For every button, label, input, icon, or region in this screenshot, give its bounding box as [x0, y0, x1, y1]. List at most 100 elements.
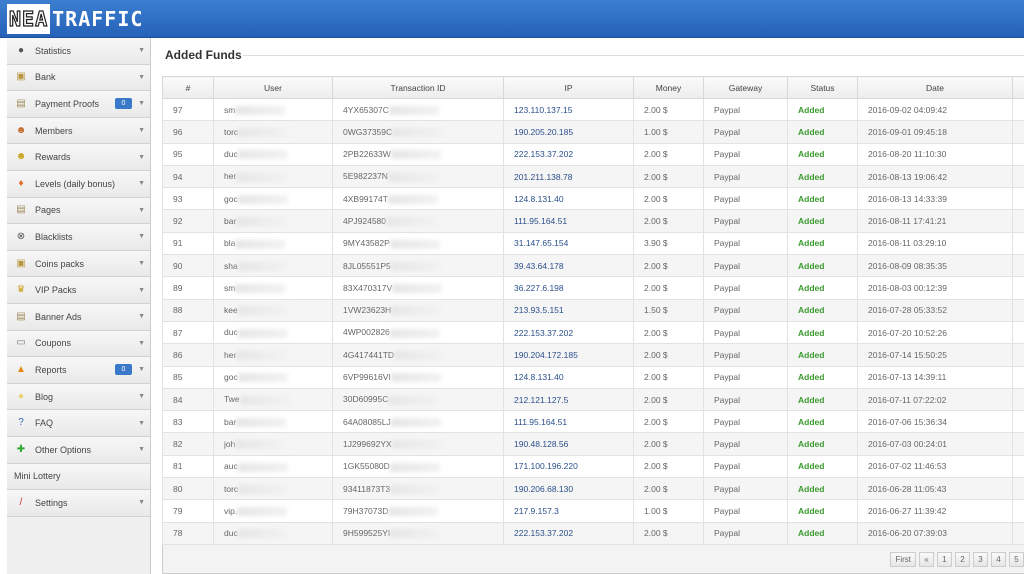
chevron-down-icon: ▼	[138, 313, 145, 321]
column-header-date[interactable]: Date	[857, 76, 1013, 99]
cell-text: 2.00 $	[644, 149, 668, 160]
cell-money: 2.00 $	[633, 164, 704, 189]
page-button-4[interactable]: 4	[991, 552, 1006, 567]
cell-text: 2016-06-28 11:05:43	[868, 483, 947, 494]
redacted-blur	[235, 105, 286, 115]
column-header-transaction-id[interactable]: Transaction ID	[332, 76, 504, 99]
sidebar-item-coins-packs[interactable]: ▣ Coins packs ▼	[7, 250, 150, 278]
cell-text: 2016-07-11 07:22:02	[868, 394, 947, 405]
column-header-ip[interactable]: IP	[503, 76, 634, 99]
sidebar-item-other-options[interactable]: ✚ Other Options ▼	[7, 436, 150, 464]
redacted-blur	[390, 373, 441, 383]
sidebar-item-mini-lottery[interactable]: Mini Lottery	[7, 463, 150, 491]
column-header-money[interactable]: Money	[633, 76, 704, 99]
cell-text: Paypal	[714, 216, 740, 227]
cell-transaction-id: 6VP99616VI	[332, 365, 504, 389]
cell-text: 2.00 $	[644, 193, 668, 204]
cell-id: 96	[162, 120, 214, 144]
redacted-blur	[390, 261, 441, 271]
redacted-blur	[387, 194, 438, 204]
cell-text: Paypal	[714, 461, 740, 472]
column-header-user[interactable]: User	[213, 76, 333, 99]
cell-text: 86	[173, 349, 183, 360]
table-row: 88 kee 1VW23623H 213.93.5.151 1.50 $ Paypal Ad…	[162, 298, 1024, 322]
sidebar-item-blog[interactable]: ● Blog ▼	[7, 383, 150, 411]
column-header-gateway[interactable]: Gateway	[703, 76, 788, 99]
redacted-blur	[239, 395, 290, 405]
sidebar-item-statistics[interactable]: ● Statistics ▼	[7, 38, 150, 65]
count-badge: 0	[115, 364, 132, 376]
cell-money: 2.00 $	[633, 187, 704, 211]
sidebar-item-bank[interactable]: ▣ Bank ▼	[7, 64, 150, 92]
cell-text: 84	[173, 394, 183, 405]
cell-extra	[1012, 231, 1024, 256]
sidebar-item-banner-ads[interactable]: ▤ Banner Ads ▼	[7, 303, 150, 331]
cell-text: Paypal	[714, 372, 740, 383]
sidebar-item-label: Blog	[35, 391, 54, 402]
page-button-2[interactable]: 2	[955, 552, 970, 567]
cell-ip: 190.48.128.56	[503, 432, 634, 456]
redacted-blur	[392, 128, 443, 138]
chevron-down-icon: ▼	[138, 47, 145, 55]
redacted-blur	[391, 440, 442, 450]
redacted-blur	[237, 529, 288, 539]
redacted-blur	[236, 172, 287, 182]
sidebar-item-blacklists[interactable]: ⊗ Blacklists ▼	[7, 224, 150, 251]
column-header-status[interactable]: Status	[787, 76, 858, 99]
table-row: 95 duc 2PB22633W 222.153.37.202 2.00 $ Paypal…	[162, 142, 1024, 166]
cell-text: 2.00 $	[644, 394, 668, 405]
cell-money: 2.00 $	[633, 254, 704, 278]
cell-extra	[1012, 521, 1024, 545]
cell-user: sm	[213, 276, 333, 300]
cell-text: 83	[173, 416, 183, 427]
page-button-first[interactable]: First	[890, 552, 916, 567]
redacted-blur	[389, 328, 440, 338]
cell-text: Paypal	[714, 483, 740, 494]
sidebar-item-label: Members	[35, 125, 73, 136]
page-button-1[interactable]: 1	[937, 552, 952, 567]
cell-text: 9H599525YI	[343, 528, 391, 539]
pages-icon: ▤	[16, 204, 26, 216]
cell-money: 1.00 $	[633, 120, 704, 144]
page-button-3[interactable]: 3	[973, 552, 988, 567]
sidebar-item-faq[interactable]: ? FAQ ▼	[7, 410, 150, 437]
sidebar: ● Statistics ▼ ▣ Bank ▼ ▤ Payment Proofs 0 ▼ ☻ Memb…	[7, 38, 151, 574]
sidebar-item-label: Mini Lottery	[14, 471, 61, 482]
chevron-down-icon: ▼	[138, 73, 145, 81]
sidebar-item-coupons[interactable]: ▭ Coupons ▼	[7, 330, 150, 358]
cell-date: 2016-08-11 17:41:21	[857, 209, 1013, 233]
cell-transaction-id: 1VW23623H	[332, 298, 504, 322]
chevron-down-icon: ▼	[138, 180, 145, 188]
sidebar-item-settings[interactable]: / Settings ▼	[7, 490, 150, 517]
sidebar-item-rewards[interactable]: ☻ Rewards ▼	[7, 144, 150, 171]
table-row: 86 her 4G417441TD 190.204.172.185 2.00 $ Payp…	[162, 343, 1024, 367]
cell-status: Added	[787, 521, 858, 545]
cell-text: 222.153.37.202	[514, 327, 574, 338]
cell-extra	[1012, 164, 1024, 189]
cell-text: 2016-06-27 11:39:42	[868, 505, 947, 516]
cell-transaction-id: 2PB22633W	[332, 142, 504, 166]
sidebar-item-members[interactable]: ☻ Members ▼	[7, 117, 150, 145]
column-header-#[interactable]: #	[162, 76, 214, 99]
cell-ip: 217.9.157.3	[503, 499, 634, 523]
sidebar-item-payment-proofs[interactable]: ▤ Payment Proofs 0 ▼	[7, 91, 150, 118]
sidebar-item-pages[interactable]: ▤ Pages ▼	[7, 197, 150, 225]
cell-gateway: Paypal	[703, 276, 788, 300]
cell-text: 0WG37359C	[343, 126, 393, 137]
sidebar-item-levels-daily-bonus[interactable]: ♦ Levels (daily bonus) ▼	[7, 170, 150, 198]
sidebar-item-reports[interactable]: ▲ Reports 0 ▼	[7, 357, 150, 384]
sidebar-item-vip-packs[interactable]: ♛ VIP Packs ▼	[7, 277, 150, 304]
cell-money: 2.00 $	[633, 142, 704, 166]
cell-gateway: Paypal	[703, 209, 788, 233]
cell-text: Paypal	[714, 394, 740, 405]
column-header-extra	[1012, 76, 1024, 99]
cell-text: 91	[173, 238, 183, 249]
logo[interactable]: NEA TRAFFIC	[7, 4, 143, 34]
table-row: 89 sm 83X470317V 36.227.6.198 2.00 $ Paypal Ad…	[162, 276, 1024, 300]
cell-ip: 222.153.37.202	[503, 142, 634, 166]
sidebar-item-label: Coupons	[35, 338, 72, 349]
table-row: 96 torc 0WG37359C 190.205.20.185 1.00 $ Paypa…	[162, 120, 1024, 144]
cell-ip: 124.8.131.40	[503, 187, 634, 211]
page-button-5[interactable]: 5	[1009, 552, 1024, 567]
page-button-prev[interactable]: «	[919, 552, 934, 567]
